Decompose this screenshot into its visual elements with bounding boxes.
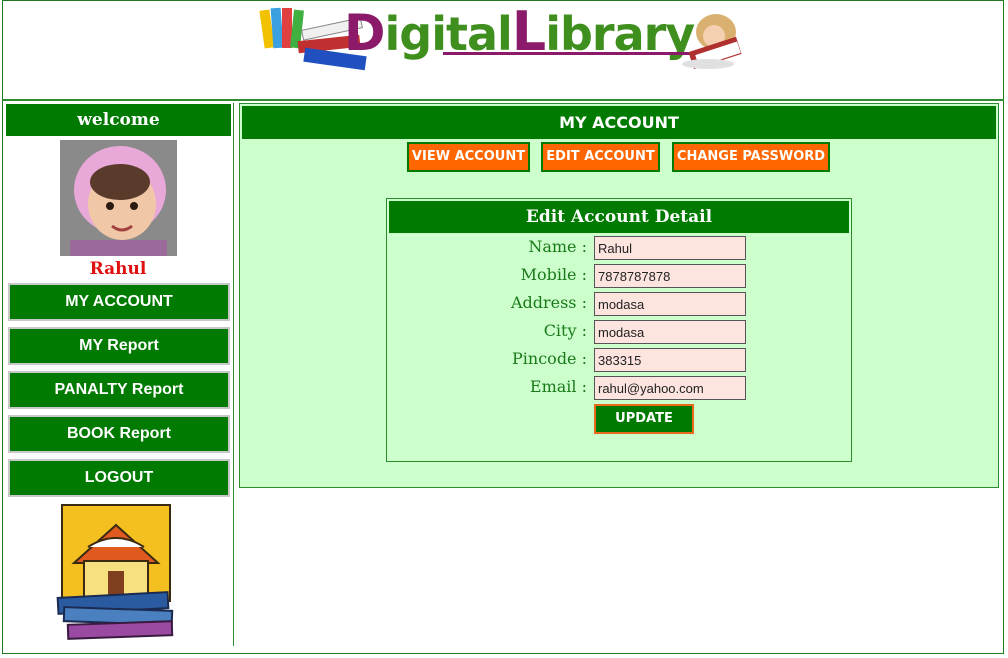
edit-account-form: Edit Account Detail Name : Mobile : Addr… [386,198,852,462]
library-illustration [54,503,179,643]
digital-library-logo: DigitalLibrary [258,4,753,76]
tab-change-password[interactable]: CHANGE PASSWORD [672,142,830,172]
logo-underline [443,52,693,55]
nav-my-account-button[interactable]: MY ACCOUNT [8,283,230,321]
tab-view-account[interactable]: VIEW ACCOUNT [407,142,530,172]
pincode-label: Pincode : [512,349,587,368]
name-label: Name : [528,237,587,256]
avatar [60,140,177,256]
mobile-label: Mobile : [520,265,587,284]
nav-my-report-button[interactable]: MY Report [8,327,230,365]
header: DigitalLibrary [3,0,1004,101]
mobile-field[interactable] [594,264,746,288]
welcome-heading: welcome [6,104,231,136]
name-field[interactable] [594,236,746,260]
pincode-field[interactable] [594,348,746,372]
city-label: City : [543,321,587,340]
user-name: Rahul [89,259,147,279]
update-button[interactable]: UPDATE [594,404,694,434]
reading-girl-icon [682,14,742,70]
nav-book-report-button[interactable]: BOOK Report [8,415,230,453]
sidebar: welcome Rahul MY ACCOUNT MY Report PANAL… [4,103,234,646]
form-title: Edit Account Detail [389,201,849,233]
nav-logout-button[interactable]: LOGOUT [8,459,230,497]
main-panel: MY ACCOUNT VIEW ACCOUNT EDIT ACCOUNT CHA… [239,103,999,488]
address-field[interactable] [594,292,746,316]
email-field[interactable] [594,376,746,400]
address-label: Address : [510,293,587,312]
page-title: MY ACCOUNT [242,106,996,139]
city-field[interactable] [594,320,746,344]
nav-panalty-report-button[interactable]: PANALTY Report [8,371,230,409]
tab-edit-account[interactable]: EDIT ACCOUNT [541,142,660,172]
email-label: Email : [529,377,587,396]
user-photo [60,140,177,256]
